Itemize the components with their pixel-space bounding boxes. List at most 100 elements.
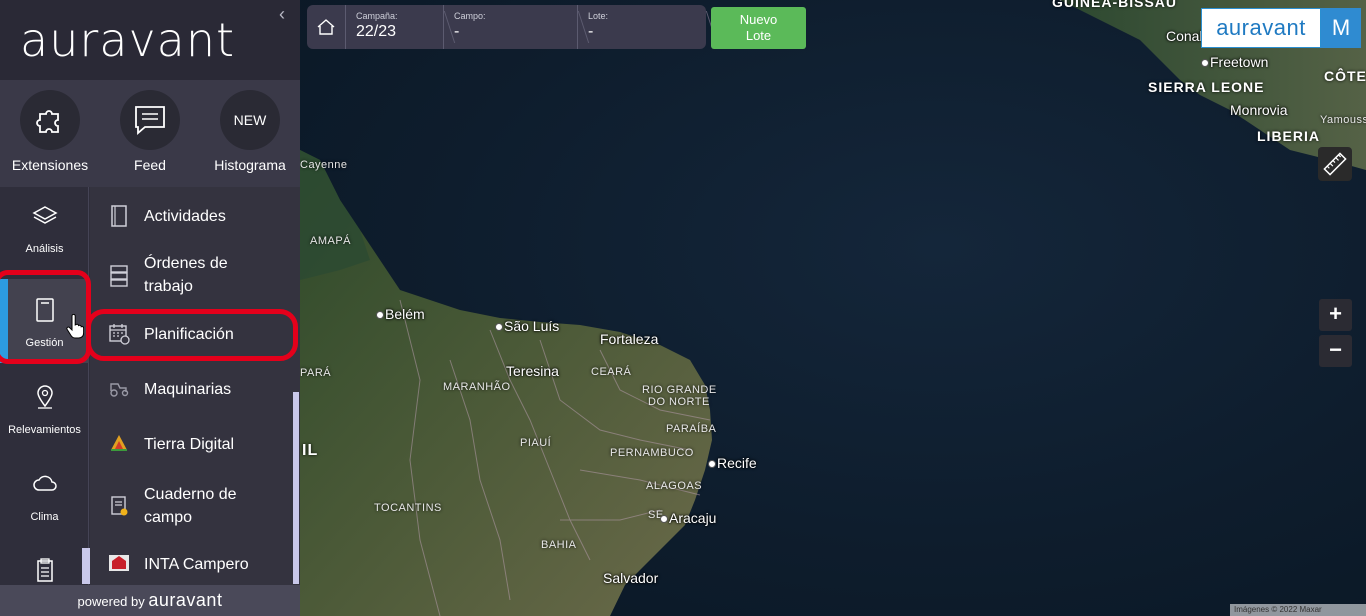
map-label-sierra-leone: SIERRA LEONE: [1148, 79, 1265, 95]
new-lot-line1: Nuevo: [739, 12, 778, 27]
rail-item-relevamientos[interactable]: Relevamientos: [0, 382, 89, 452]
tierra-digital-icon: [111, 435, 127, 451]
campaign-select[interactable]: Campaña: 22/23: [345, 5, 443, 49]
submenu-label-line1: Cuaderno de: [144, 486, 237, 503]
shortcuts-bar: Extensiones Feed NEW Histograma: [0, 80, 300, 187]
app-root: GUINEA-BISSAU Conakry Freetown SIERRA LE…: [0, 0, 1366, 616]
map-region-tocantins: TOCANTINS: [374, 502, 442, 514]
map-region-para: PARÁ: [300, 367, 332, 379]
clipboard-icon: [36, 558, 53, 582]
field-value: -: [454, 23, 460, 40]
lot-label: Lote:: [588, 11, 609, 21]
gestion-submenu: Actividades Órdenes de trabajo Planifica…: [90, 187, 300, 585]
new-lot-button[interactable]: Nuevo Lote: [711, 7, 806, 49]
rail-label: Análisis: [25, 243, 64, 255]
logo-area: auravant ‹: [0, 0, 300, 80]
cloud-icon: [32, 475, 57, 491]
module-rail: Análisis Gestión Relevamientos Clima: [0, 187, 89, 585]
lot-select[interactable]: Lote: -: [577, 5, 705, 49]
hand-cursor-icon: [66, 314, 84, 339]
submenu-ordenes-trabajo[interactable]: Órdenes de trabajo: [90, 252, 290, 300]
map-city-recife: Recife: [708, 455, 757, 471]
rail-label: Clima: [30, 511, 59, 523]
rail-item-clima[interactable]: Clima: [0, 469, 89, 539]
home-button[interactable]: [307, 5, 345, 49]
map-city-cayenne: Cayenne: [300, 159, 348, 171]
map-region-alagoas: ALAGOAS: [646, 480, 703, 492]
map-label-cote: CÔTE: [1324, 68, 1366, 84]
field-select[interactable]: Campo: -: [443, 5, 577, 49]
layers-icon: [31, 206, 58, 224]
submenu-tierra-digital[interactable]: Tierra Digital: [90, 433, 290, 459]
map-region-do-norte: DO NORTE: [648, 396, 710, 408]
map-region-ceara: CEARÁ: [591, 366, 632, 378]
lot-value: -: [588, 23, 594, 40]
submenu-label: Maquinarias: [144, 381, 232, 398]
campaign-field-lot-selector[interactable]: Campaña: 22/23 Campo: - Lote: -: [307, 5, 706, 49]
map-label-guinea-bissau: GUINEA-BISSAU: [1052, 0, 1178, 10]
submenu-scrollbar[interactable]: [293, 392, 299, 584]
field-label: Campo:: [454, 11, 486, 21]
shortcut-label: Feed: [134, 157, 166, 173]
map-view[interactable]: GUINEA-BISSAU Conakry Freetown SIERRA LE…: [300, 0, 1366, 616]
rail-scrollbar[interactable]: [82, 548, 90, 584]
shortcut-label: Extensiones: [11, 157, 89, 173]
submenu-inta-campero[interactable]: INTA Campero: [90, 553, 290, 579]
map-city-yamoussoukro: Yamoussou: [1320, 114, 1366, 126]
highlight-planificacion: [86, 309, 298, 361]
inta-icon: [109, 555, 129, 571]
puzzle-icon: [36, 110, 59, 133]
map-label-liberia: LIBERIA: [1257, 128, 1320, 144]
submenu-maquinarias[interactable]: Maquinarias: [90, 378, 290, 404]
map-region-pernambuco: PERNAMBUCO: [610, 447, 694, 459]
map-label-brazil-partial: IL: [302, 442, 319, 459]
submenu-label: Tierra Digital: [144, 436, 235, 453]
brand-logo-box: auravant: [1201, 8, 1321, 48]
chat-icon: [135, 106, 165, 135]
campaign-value: 22/23: [356, 23, 397, 40]
map-city-monrovia: Monrovia: [1230, 102, 1288, 118]
rail-item-analisis[interactable]: Análisis: [0, 201, 89, 281]
brand-logo: auravant: [1216, 15, 1306, 40]
map-region-piaui: PIAUÍ: [520, 437, 552, 449]
map-region-paraiba: PARAÍBA: [666, 423, 717, 435]
rail-item-more[interactable]: [0, 555, 89, 585]
map-city-salvador: Salvador: [603, 570, 659, 586]
zoom-out-button[interactable]: −: [1319, 335, 1352, 367]
submenu-label: Actividades: [144, 208, 226, 225]
home-icon: [317, 19, 335, 35]
map-city-sao-luis: São Luís: [494, 318, 560, 334]
ruler-icon: [1323, 152, 1347, 176]
submenu-actividades[interactable]: Actividades: [90, 205, 290, 231]
campaign-label: Campaña:: [356, 11, 398, 21]
powered-brand: auravant: [148, 590, 223, 610]
map-city-aracaju: Aracaju: [659, 510, 717, 526]
server-icon: [110, 265, 128, 287]
powered-by-footer: powered by auravant: [0, 585, 300, 616]
map-city-fortaleza: Fortaleza: [600, 331, 659, 347]
new-lot-line2: Lote: [745, 28, 772, 43]
submenu-label-line1: Órdenes de: [144, 255, 228, 272]
new-badge: NEW: [220, 90, 280, 150]
shortcut-label: Histograma: [214, 157, 286, 173]
rail-label: Relevamientos: [8, 424, 81, 436]
tractor-icon: [110, 383, 129, 397]
notebook-icon: [111, 205, 127, 227]
map-city-teresina: Teresina: [506, 363, 559, 379]
map-region-maranhao: MARANHÃO: [443, 381, 511, 393]
zoom-in-button[interactable]: +: [1319, 299, 1352, 331]
submenu-label-line2: trabajo: [144, 278, 193, 295]
user-avatar-button[interactable]: M: [1321, 8, 1361, 48]
map-region-bahia: BAHIA: [541, 539, 577, 551]
shortcut-feed[interactable]: Feed: [100, 80, 200, 173]
powered-prefix: powered by: [77, 594, 145, 609]
measure-button[interactable]: [1318, 147, 1352, 181]
collapse-sidebar-button[interactable]: ‹: [279, 4, 285, 25]
shortcut-histograma[interactable]: NEW Histograma: [200, 80, 300, 173]
map-attribution: Imágenes © 2022 Maxar: [1230, 604, 1366, 616]
submenu-label-line2: campo: [144, 509, 193, 526]
map-city-freetown: Freetown: [1200, 54, 1269, 70]
shortcut-extensiones[interactable]: Extensiones: [0, 80, 100, 173]
submenu-label: INTA Campero: [144, 556, 249, 573]
submenu-cuaderno-campo[interactable]: Cuaderno de campo: [90, 483, 290, 531]
